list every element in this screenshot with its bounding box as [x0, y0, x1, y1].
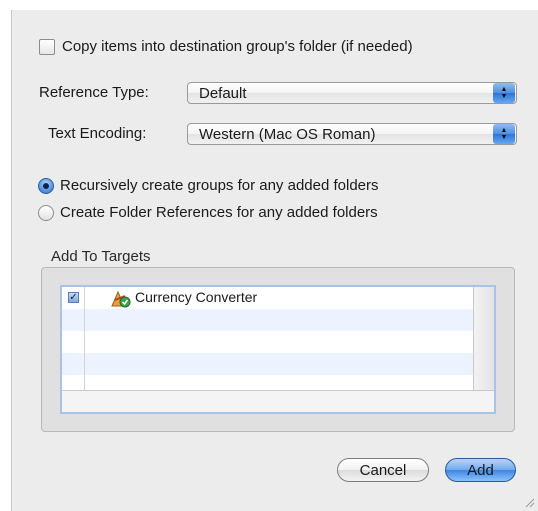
popup-arrows-icon: ▲ ▼ [493, 83, 515, 103]
resize-grip-icon[interactable] [523, 496, 535, 508]
radio-recursive[interactable] [38, 177, 54, 194]
target-checkbox[interactable]: ✓ [68, 292, 79, 303]
copy-items-row[interactable]: Copy items into destination group's fold… [39, 38, 413, 55]
targets-title: Add To Targets [51, 248, 151, 265]
popup-arrows-icon: ▲ ▼ [493, 124, 515, 144]
text-encoding-popup[interactable]: Western (Mac OS Roman) ▲ ▼ [187, 123, 517, 145]
radio-references[interactable] [38, 204, 54, 221]
add-button[interactable]: Add [445, 458, 516, 482]
targets-table: ✓ Currency Converter [60, 285, 496, 414]
cancel-button[interactable]: Cancel [337, 458, 429, 482]
horizontal-scrollbar[interactable] [62, 390, 494, 412]
radio-references-row[interactable]: Create Folder References for any added f… [38, 204, 378, 221]
copy-items-checkbox[interactable] [39, 38, 55, 55]
copy-items-label: Copy items into destination group's fold… [62, 38, 413, 55]
vertical-scrollbar[interactable] [473, 287, 494, 391]
radio-references-label: Create Folder References for any added f… [60, 204, 378, 221]
table-row-empty [62, 309, 474, 331]
reference-type-popup[interactable]: Default ▲ ▼ [187, 82, 517, 104]
table-row-empty [62, 331, 474, 353]
table-row-empty [62, 375, 474, 391]
target-name: Currency Converter [135, 289, 258, 305]
radio-recursive-label: Recursively create groups for any added … [60, 177, 379, 194]
table-row[interactable]: ✓ Currency Converter [62, 287, 474, 309]
reference-type-label: Reference Type: [39, 84, 149, 101]
application-target-icon [111, 290, 131, 308]
radio-recursive-row[interactable]: Recursively create groups for any added … [38, 177, 379, 194]
reference-type-value: Default [199, 84, 247, 102]
text-encoding-label: Text Encoding: [48, 125, 147, 142]
text-encoding-value: Western (Mac OS Roman) [199, 125, 376, 143]
table-row-empty [62, 353, 474, 375]
